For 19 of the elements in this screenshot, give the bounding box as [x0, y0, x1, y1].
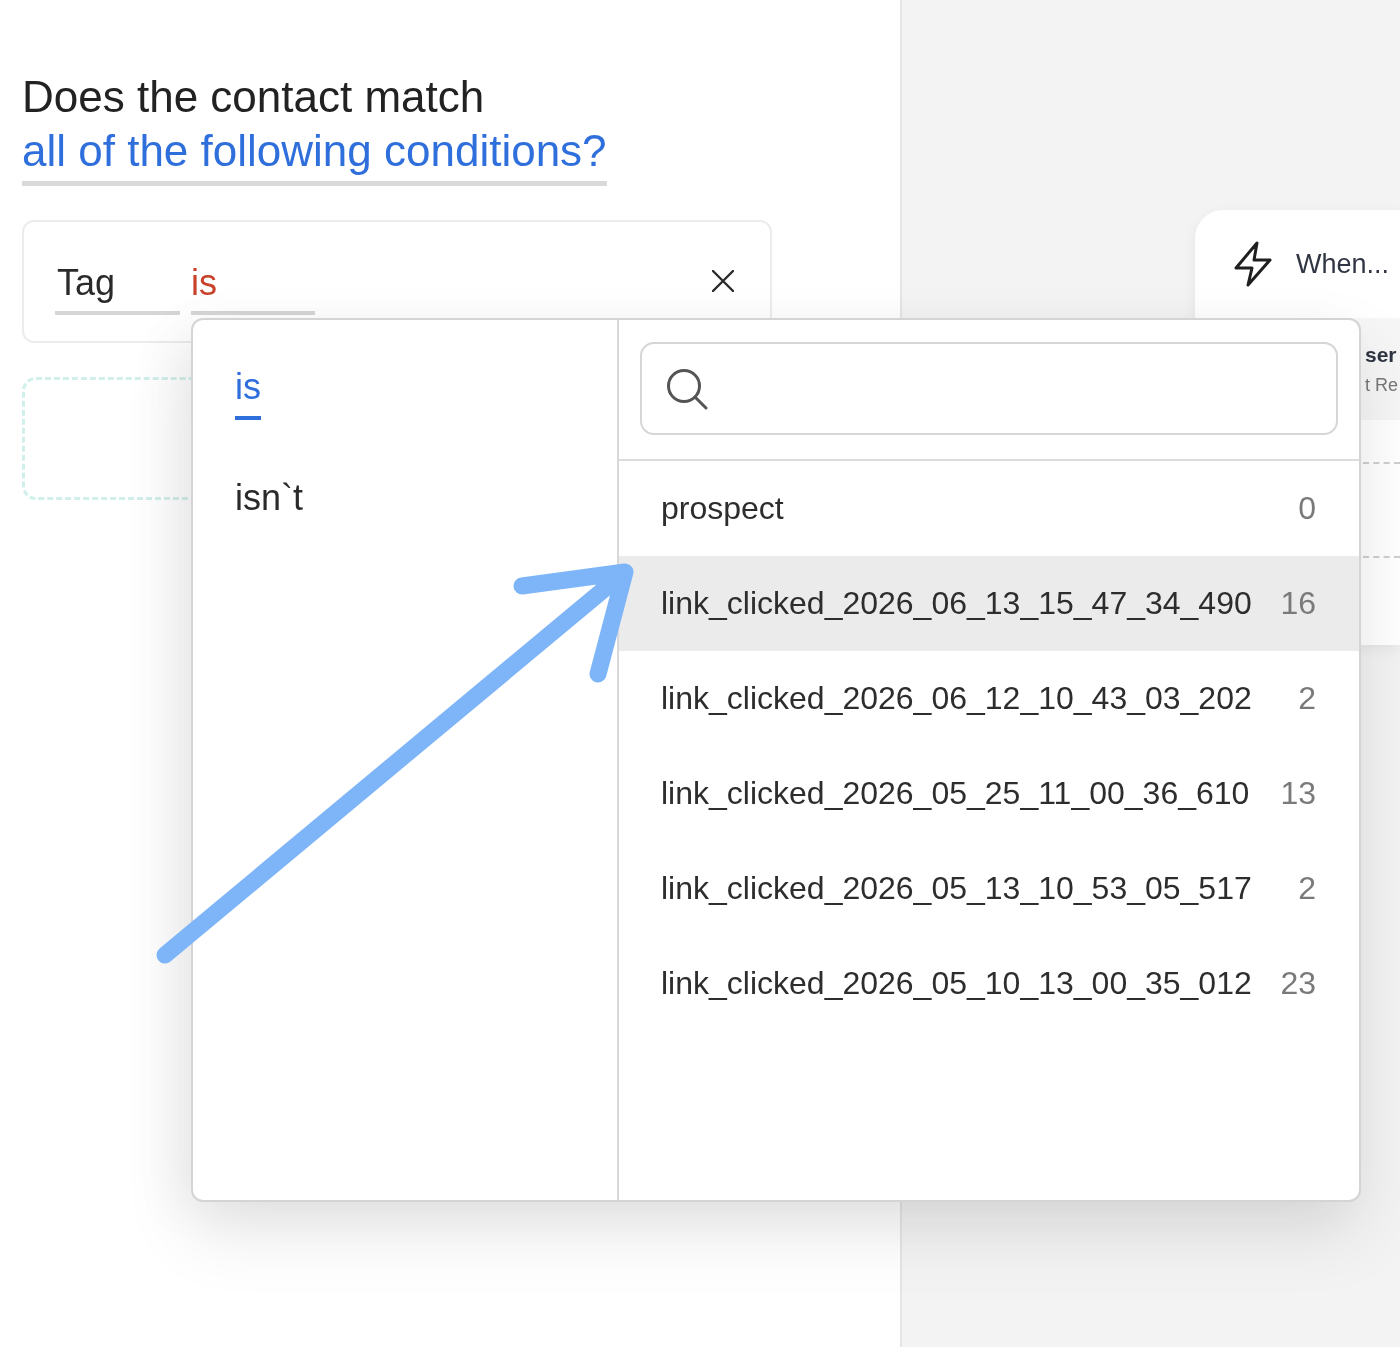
tag-count: 16 — [1280, 585, 1316, 622]
section-subtitle: t Re — [1365, 374, 1399, 396]
tag-count: 2 — [1298, 680, 1316, 717]
tag-count: 13 — [1280, 775, 1316, 812]
tag-count: 23 — [1280, 965, 1316, 1002]
tag-option[interactable]: link_clicked_2026_06_13_15_47_34_490 16 — [619, 556, 1359, 651]
tag-count: 2 — [1298, 870, 1316, 907]
tag-count: 0 — [1298, 490, 1316, 527]
section-heading: ser — [1365, 342, 1398, 367]
match-mode-selector[interactable]: all of the following conditions? — [22, 124, 607, 186]
lightning-icon — [1233, 241, 1273, 287]
trigger-title: When... — [1296, 248, 1390, 280]
operator-option[interactable]: isn`t — [235, 475, 303, 531]
search-field[interactable] — [640, 342, 1338, 435]
question-text: Does the contact match — [22, 71, 485, 123]
close-icon[interactable] — [712, 270, 734, 292]
operator-option[interactable]: is — [235, 364, 261, 420]
field-selector[interactable]: Tag — [55, 255, 180, 315]
search-icon — [666, 367, 708, 410]
